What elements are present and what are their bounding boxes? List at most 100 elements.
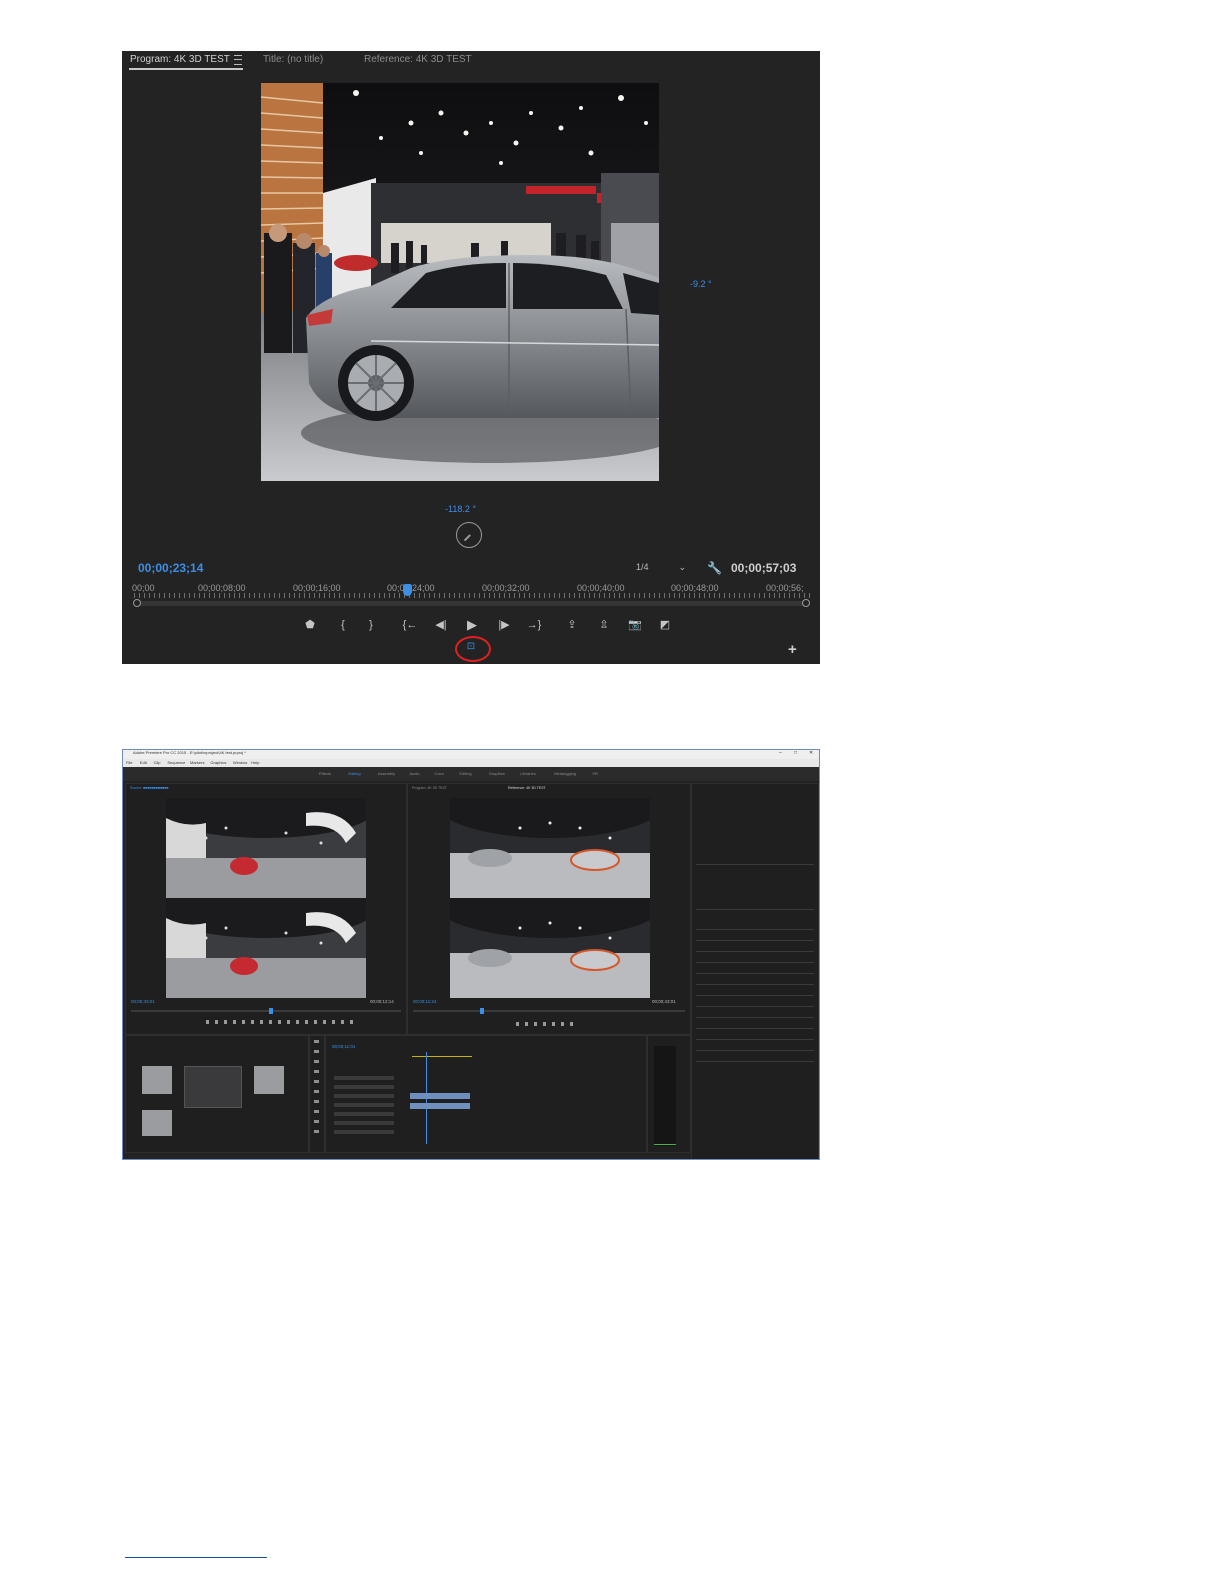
zoom-scrollbar[interactable]	[136, 601, 806, 606]
source-duration: 00;00;12;14	[370, 999, 394, 1004]
play-button[interactable]: ▶	[464, 617, 480, 633]
tab-program[interactable]: Program: 4K 3D TEST	[412, 786, 447, 790]
monitor-tab-bar: Program: 4K 3D TEST Title: (no title) Re…	[122, 51, 820, 71]
resolution-value: 1/4	[636, 562, 649, 572]
equirect-image	[450, 798, 650, 898]
workspace-tab-metalogging[interactable]: Metalogging	[554, 771, 576, 776]
project-clip-thumb[interactable]	[254, 1066, 284, 1094]
program-monitor-panel: Program: 4K 3D TEST Title: (no title) Re…	[122, 51, 820, 664]
vr-video-toggle-button[interactable]: ⊡	[464, 641, 478, 653]
vr-rotation-dial-icon[interactable]	[456, 522, 482, 548]
ruler-label: 00;00;08;00	[198, 583, 246, 593]
ruler-label: 00;00;16;00	[293, 583, 341, 593]
project-panel	[125, 1035, 309, 1153]
program-video-frame[interactable]	[261, 83, 659, 481]
minimize-icon[interactable]: –	[779, 750, 782, 756]
menu-item-markers[interactable]: Markers	[190, 760, 204, 765]
track-headers[interactable]	[334, 1076, 394, 1136]
go-to-in-button[interactable]: {←	[402, 617, 418, 633]
hyperlink-underline[interactable]	[125, 1557, 267, 1558]
audio-meter-level	[654, 1144, 676, 1145]
ruler-label: 00;00;40;00	[577, 583, 625, 593]
video-clip[interactable]	[410, 1093, 470, 1099]
metadata-panel	[691, 783, 819, 1159]
audio-meter	[654, 1046, 676, 1146]
playback-resolution-select[interactable]: 1/4 ⌄	[636, 562, 690, 576]
step-forward-button[interactable]: |▶	[496, 617, 512, 633]
equirect-image	[166, 798, 366, 898]
export-frame-button[interactable]: 📷	[627, 617, 643, 633]
equirect-image	[450, 898, 650, 998]
source-time-ruler[interactable]	[131, 1010, 401, 1012]
zoom-scrollbar-end-handle[interactable]	[802, 599, 810, 607]
workspace-tab-color[interactable]: Color	[434, 771, 444, 776]
menu-item-file[interactable]: File	[126, 760, 132, 765]
duration-timecode: 00;00;57;03	[731, 561, 797, 575]
menu-item-window[interactable]: Window	[233, 760, 247, 765]
close-icon[interactable]: ✕	[809, 750, 813, 756]
wrench-icon[interactable]: 🔧	[707, 561, 722, 575]
menu-item-graphics[interactable]: Graphics	[210, 760, 226, 765]
program-transport-controls[interactable]	[516, 1022, 576, 1026]
workspace-bar: Effects Editing Assembly Audio Color Editing G…	[123, 767, 819, 781]
ruler-label: 00;00;48;00	[671, 583, 719, 593]
program-timecode[interactable]: 00;00;11;24	[413, 999, 436, 1004]
tool-icons[interactable]	[314, 1040, 319, 1140]
panel-menu-icon[interactable]	[234, 55, 242, 65]
workspace-tab-libraries[interactable]: Libraries	[520, 771, 535, 776]
video-clip[interactable]	[410, 1103, 470, 1109]
playhead-handle[interactable]	[403, 584, 413, 596]
step-back-button[interactable]: ◀|	[433, 617, 449, 633]
time-ruler[interactable]	[134, 593, 810, 598]
equirect-image	[166, 898, 366, 998]
workspace-tab-vr[interactable]: VR	[592, 771, 598, 776]
project-clip-thumb[interactable]	[142, 1110, 172, 1136]
program-bottom-eye-frame	[450, 898, 650, 998]
work-area-bar[interactable]	[412, 1056, 472, 1057]
workspace-tab-editing[interactable]: Editing	[348, 771, 360, 776]
menu-item-edit[interactable]: Edit	[140, 760, 147, 765]
car-show-image	[261, 83, 659, 481]
lift-button[interactable]: ⇪	[564, 617, 580, 633]
menu-item-sequence[interactable]: Sequence	[167, 760, 185, 765]
tab-program[interactable]: Program: 4K 3D TEST	[130, 54, 230, 65]
workspace-tab-graphics[interactable]: Graphics	[489, 771, 505, 776]
tab-title[interactable]: Title: (no title)	[263, 54, 323, 65]
compare-view-button[interactable]: ◩	[657, 617, 673, 633]
tab-reference[interactable]: Reference: 4K 3D TEST	[508, 786, 546, 790]
timeline-timecode[interactable]: 00;00;11;01	[332, 1044, 355, 1049]
workspace-tab-assembly[interactable]: Assembly	[378, 771, 395, 776]
workspace-tab-audio[interactable]: Audio	[409, 771, 419, 776]
source-top-eye-frame	[166, 798, 366, 898]
workspace-tab-effects[interactable]: Effects	[319, 771, 331, 776]
audio-meters-panel	[647, 1035, 691, 1153]
source-timecode[interactable]: 00;00;43;01	[131, 999, 155, 1004]
chevron-down-icon: ⌄	[678, 562, 686, 572]
current-timecode[interactable]: 00;00;23;14	[138, 561, 203, 575]
program-duration: 00;00;43;01	[652, 999, 676, 1004]
source-playhead[interactable]	[269, 1008, 273, 1014]
maximize-icon[interactable]: □	[794, 750, 797, 756]
timeline-panel: 00;00;11;01	[325, 1035, 647, 1153]
horizontal-angle-readout[interactable]: -118.2 °	[445, 504, 476, 514]
add-marker-button[interactable]: ⬟	[302, 617, 318, 633]
button-editor-plus-button[interactable]: +	[788, 641, 797, 658]
mark-out-button[interactable]: }	[363, 617, 379, 633]
project-clip-thumb-selected[interactable]	[184, 1066, 242, 1108]
premiere-workspace-screenshot: Adobe Premiere Pro CC 2015 - E:\pilot\vr…	[122, 749, 820, 1160]
menu-item-clip[interactable]: Clip	[154, 760, 161, 765]
tab-source[interactable]: Source: ■■■■■■■■■■■■	[130, 786, 168, 790]
workspace-tab-editing[interactable]: Editing	[459, 771, 471, 776]
project-clip-thumb[interactable]	[142, 1066, 172, 1094]
program-top-eye-frame	[450, 798, 650, 898]
source-transport-controls[interactable]	[206, 1020, 356, 1024]
go-to-out-button[interactable]: →}	[526, 617, 542, 633]
tab-reference[interactable]: Reference: 4K 3D TEST	[364, 54, 472, 65]
extract-button[interactable]: ⇫	[596, 617, 612, 633]
zoom-scrollbar-start-handle[interactable]	[133, 599, 141, 607]
program-time-ruler[interactable]	[413, 1010, 685, 1012]
program-playhead[interactable]	[480, 1008, 484, 1014]
vertical-angle-readout[interactable]: -9.2 °	[690, 279, 712, 289]
menu-item-help[interactable]: Help	[251, 760, 259, 765]
mark-in-button[interactable]: {	[335, 617, 351, 633]
